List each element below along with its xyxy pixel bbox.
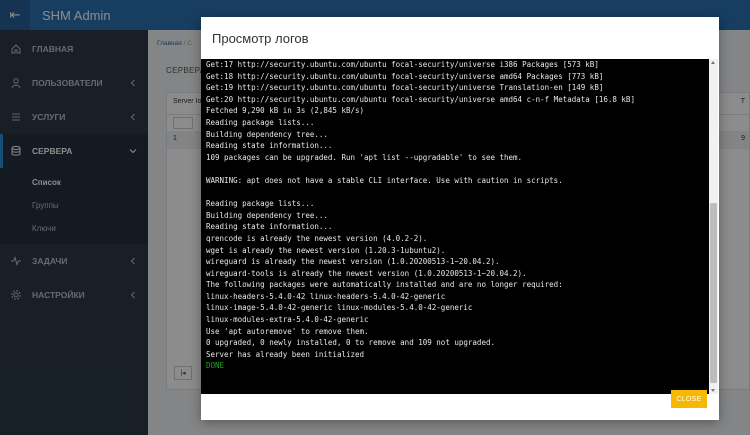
log-line: 0 upgraded, 0 newly installed, 0 to remo…: [206, 338, 495, 348]
scroll-up-icon[interactable]: [711, 61, 715, 64]
log-line: Get:17 http://security.ubuntu.com/ubuntu…: [206, 60, 599, 69]
log-line: wireguard-tools is already the newest ve…: [206, 268, 527, 278]
log-line: wget is already the newest version (1.20…: [206, 245, 446, 255]
close-button[interactable]: CLOSE: [671, 390, 707, 408]
log-line: Fetched 9,290 kB in 3s (2,845 kB/s): [206, 106, 365, 116]
log-line: linux-modules-extra-5.4.0-42-generic: [206, 315, 369, 325]
log-viewer-dialog: Просмотр логов Get:17 http://security.ub…: [201, 17, 719, 420]
log-scrollbar[interactable]: [709, 59, 718, 394]
log-line: Get:19 http://security.ubuntu.com/ubuntu…: [206, 83, 604, 93]
log-line: Reading state information...: [206, 222, 333, 232]
log-line: The following packages were automaticall…: [206, 280, 563, 290]
log-line: Reading state information...: [206, 141, 333, 151]
log-line: WARNING: apt does not have a stable CLI …: [206, 175, 563, 185]
scrollbar-thumb[interactable]: [710, 203, 717, 383]
log-line: linux-image-5.4.0-42-generic linux-modul…: [206, 303, 473, 313]
log-line: Building dependency tree...: [206, 129, 328, 139]
log-line: Building dependency tree...: [206, 210, 328, 220]
log-line: Get:18 http://security.ubuntu.com/ubuntu…: [206, 71, 604, 81]
log-status-done: DONE: [206, 361, 225, 371]
log-console[interactable]: Get:17 http://security.ubuntu.com/ubuntu…: [201, 59, 718, 394]
dialog-title: Просмотр логов: [212, 31, 309, 46]
log-line: 109 packages can be upgraded. Run 'apt l…: [206, 152, 523, 162]
log-line: Reading package lists...: [206, 199, 315, 209]
log-line: Server has already been initialized: [206, 349, 365, 359]
scroll-down-icon[interactable]: [711, 389, 715, 392]
log-output: Get:17 http://security.ubuntu.com/ubuntu…: [206, 59, 704, 372]
log-line: wireguard is already the newest version …: [206, 257, 500, 267]
log-line: linux-headers-5.4.0-42 linux-headers-5.4…: [206, 291, 446, 301]
log-line: qrencode is already the newest version (…: [206, 233, 428, 243]
log-line: Use 'apt autoremove' to remove them.: [206, 326, 369, 336]
log-line: Get:20 http://security.ubuntu.com/ubuntu…: [206, 94, 635, 104]
log-line: Reading package lists...: [206, 117, 315, 127]
